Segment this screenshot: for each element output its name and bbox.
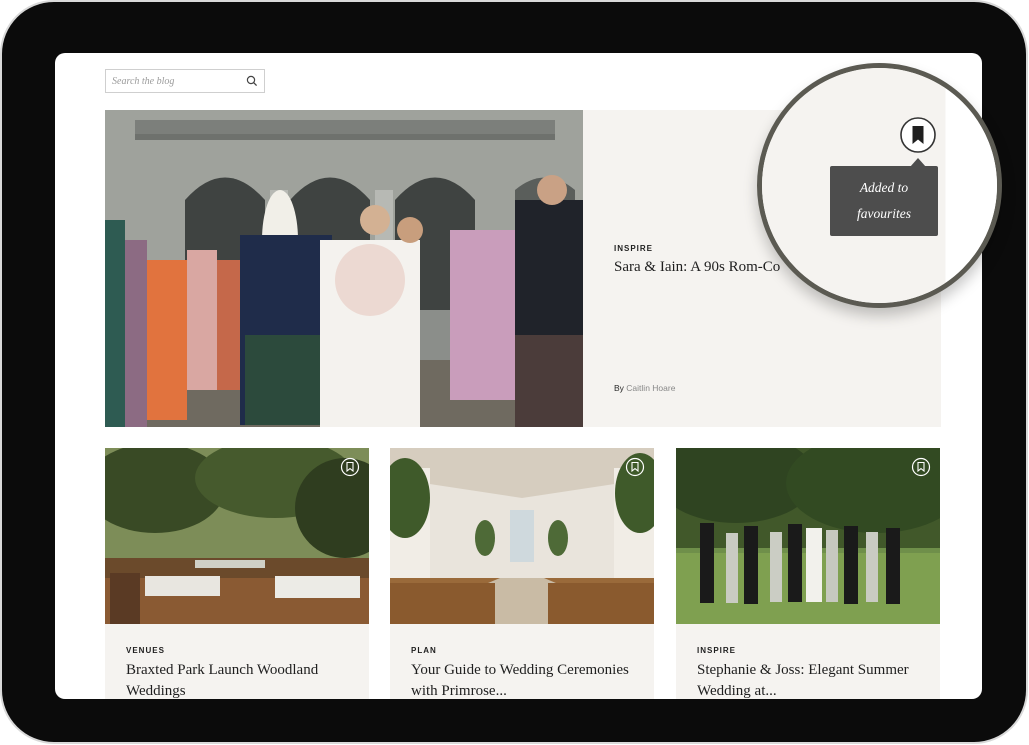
tooltip-line: Added to	[859, 180, 909, 195]
featured-post-photo[interactable]	[105, 110, 583, 427]
author-link[interactable]: Caitlin Hoare	[626, 383, 675, 393]
search-icon[interactable]	[245, 74, 259, 88]
post-category: INSPIRE	[697, 646, 737, 655]
post-category: PLAN	[411, 646, 437, 655]
tooltip-line: favourites	[857, 206, 911, 221]
bookmark-icon[interactable]	[911, 457, 931, 477]
bookmark-filled-icon[interactable]	[899, 116, 937, 154]
featured-post-byline: By Caitlin Hoare	[614, 383, 675, 393]
zoom-callout: Added to favourites	[757, 63, 1002, 308]
post-card[interactable]: VENUES Braxted Park Launch Woodland Wedd…	[105, 448, 369, 699]
post-photo[interactable]	[105, 448, 369, 624]
post-title[interactable]: Your Guide to Wedding Ceremonies with Pr…	[411, 660, 636, 699]
post-category: VENUES	[126, 646, 165, 655]
post-card[interactable]: INSPIRE Stephanie & Joss: Elegant Summer…	[676, 448, 940, 699]
bookmark-icon[interactable]	[625, 457, 645, 477]
bookmark-icon[interactable]	[340, 457, 360, 477]
post-photo[interactable]	[390, 448, 654, 624]
search-box	[105, 69, 265, 93]
post-card[interactable]: PLAN Your Guide to Wedding Ceremonies wi…	[390, 448, 654, 699]
post-title[interactable]: Braxted Park Launch Woodland Weddings	[126, 660, 351, 699]
post-title[interactable]: Stephanie & Joss: Elegant Summer Wedding…	[697, 660, 922, 699]
byline-prefix: By	[614, 383, 624, 393]
post-photo[interactable]	[676, 448, 940, 624]
favourites-tooltip: Added to favourites	[830, 166, 938, 236]
search-input[interactable]	[106, 70, 253, 92]
